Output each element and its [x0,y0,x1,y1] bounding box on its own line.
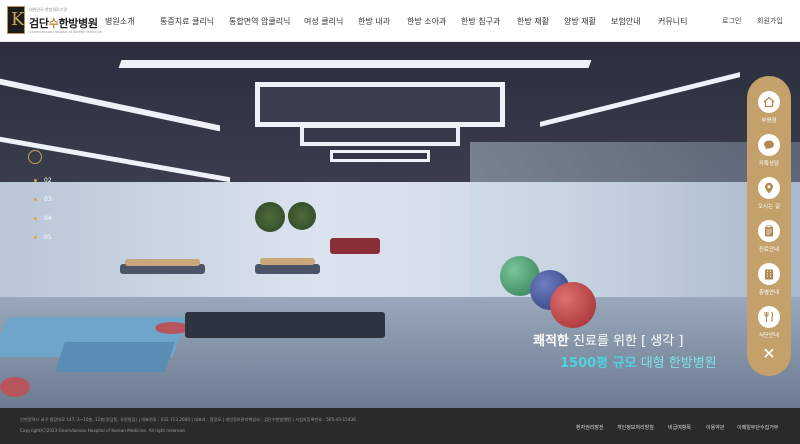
slide-indicator-item[interactable]: 03 [34,196,52,203]
clipboard-icon [758,220,780,242]
nav-item-insurance[interactable]: 보험안내 [611,16,640,27]
nav-item-acupuncture[interactable]: 한방 침구과 [461,16,500,27]
quick-menu-kakao-chat[interactable]: 카톡상담 [747,134,791,167]
login-link[interactable]: 로그인 [722,16,741,26]
logo-tagline: 대한민국 한방의료기관 [29,7,68,12]
hospital-logo[interactable]: K 대한민국 한방의료기관 검단수한방병원 Geomdansoo Hospita… [7,6,102,38]
quick-menu-floor-guide[interactable]: 층별안내 [747,263,791,296]
footer-link-terms[interactable]: 이용약관 [706,424,724,431]
nav-item-cancer-clinic[interactable]: 통합면역 암클리닉 [229,16,290,27]
hero-caption-line2: 1500평 규모 대형 한방병원 [560,356,717,371]
slide-indicator-item[interactable]: 04 [34,215,52,222]
quick-menu-bupyeong[interactable]: 부평점 [747,91,791,124]
footer-link-non-covered-items[interactable]: 비급여항목 [668,424,691,431]
location-pin-icon [758,177,780,199]
hero-caption-line1: 쾌적한 진료를 위한 [ 생각 ] [533,334,684,349]
logo-mark-icon: K [7,6,25,34]
slide-indicator-item[interactable]: 02 [34,177,52,184]
quick-menu-meal-info[interactable]: 식단안내 [747,306,791,339]
nav-item-pain-clinic[interactable]: 통증치료 클리닉 [160,16,214,27]
footer-link-privacy-policy[interactable]: 개인정보처리방침 [617,424,654,431]
site-footer: 인천광역시 서구 원당대로 147, 3~10층, 12층(원당동, 유원빌딩)… [0,408,800,444]
quick-menu-directions[interactable]: 오시는 길 [747,177,791,210]
home-icon [758,91,780,113]
nav-item-korean-rehab[interactable]: 한방 재활 [517,16,549,27]
footer-link-patient-rights[interactable]: 환자권리장전 [576,424,604,431]
footer-copyright: Copyright(C)2023 Geomdansoo Hospital of … [20,428,187,433]
footer-address: 인천광역시 서구 원당대로 147, 3~10층, 12층(원당동, 유원빌딩)… [20,417,356,422]
nav-item-western-rehab[interactable]: 양방 재활 [564,16,596,27]
slide-progress-ring [28,150,42,164]
meal-icon [758,306,780,328]
hero-slider: 02 03 04 05 쾌적한 진료를 위한 [ 생각 ] 1500평 규모 대… [0,42,800,408]
building-icon [758,263,780,285]
nav-item-pediatrics[interactable]: 한방 소아과 [407,16,446,27]
chat-icon [758,134,780,156]
quick-menu-clinic-info[interactable]: 진료안내 [747,220,791,253]
logo-english-name: Geomdansoo Hospital of Korean Medicine [29,30,102,34]
signup-link[interactable]: 회원가입 [757,16,783,26]
quick-menu-close-button[interactable]: ✕ [747,344,791,363]
logo-name: 검단수한방병원 [29,17,98,30]
site-header: K 대한민국 한방의료기관 검단수한방병원 Geomdansoo Hospita… [0,0,800,42]
nav-item-community[interactable]: 커뮤니티 [658,16,687,27]
nav-item-women-clinic[interactable]: 여성 클리닉 [304,16,343,27]
nav-item-internal-medicine[interactable]: 한방 내과 [358,16,390,27]
quick-menu: 부평점 카톡상담 오시는 길 진료안내 층별안내 식단안내 ✕ [747,76,791,376]
footer-link-email-refusal[interactable]: 이메일무단수집거부 [737,424,778,431]
slide-indicator-item[interactable]: 05 [34,234,52,241]
nav-item-hospital-intro[interactable]: 병원소개 [105,16,134,27]
